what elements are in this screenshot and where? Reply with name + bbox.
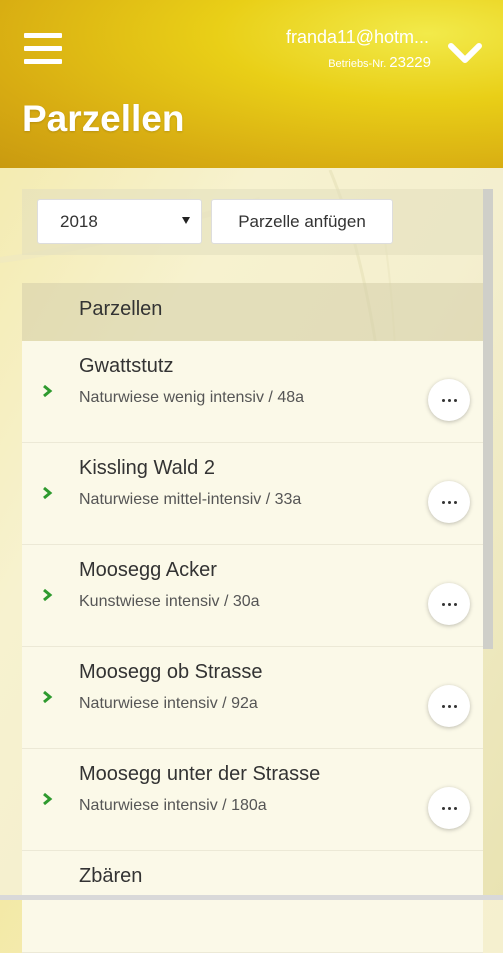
more-options-button[interactable] bbox=[428, 583, 470, 625]
parcel-name: Moosegg Acker bbox=[79, 559, 217, 581]
list-item[interactable]: Gwattstutz Naturwiese wenig intensiv / 4… bbox=[22, 341, 483, 443]
chevron-right-icon bbox=[43, 792, 53, 806]
parcel-name: Gwattstutz bbox=[79, 355, 174, 377]
parcel-details: Naturwiese intensiv / 92a bbox=[79, 695, 258, 712]
parcel-details: Naturwiese wenig intensiv / 48a bbox=[79, 389, 305, 406]
add-parcel-button[interactable]: Parzelle anfügen bbox=[211, 199, 393, 244]
user-email: franda11@hotm... bbox=[285, 27, 429, 47]
parcel-name: Moosegg unter der Strasse bbox=[79, 763, 321, 785]
list-header-label: Parzellen bbox=[79, 298, 163, 320]
more-options-button[interactable] bbox=[428, 379, 470, 421]
betriebs-label: Betriebs-Nr. bbox=[328, 58, 387, 70]
select-caret-icon bbox=[182, 217, 190, 224]
more-options-button[interactable] bbox=[428, 787, 470, 829]
app-header: franda11@hotm... Betriebs-Nr. 23229 Parze… bbox=[0, 0, 503, 168]
bottom-edge bbox=[0, 895, 503, 900]
parcel-details: Kunstwiese intensiv / 30a bbox=[79, 593, 260, 610]
parcel-details: Naturwiese intensiv / 180a bbox=[79, 797, 267, 814]
list-header: Parzellen bbox=[22, 283, 483, 341]
betriebs-number: Betriebs-Nr. 23229 bbox=[328, 54, 431, 71]
year-select[interactable]: 2018 bbox=[37, 199, 202, 244]
year-select-value: 2018 bbox=[60, 212, 98, 231]
list-item[interactable]: Zbären bbox=[22, 851, 483, 953]
betriebs-value: 23229 bbox=[389, 54, 431, 71]
hamburger-menu-icon[interactable] bbox=[24, 33, 62, 65]
parcel-name: Kissling Wald 2 bbox=[79, 457, 215, 479]
chevron-down-icon[interactable] bbox=[447, 40, 483, 66]
chevron-right-icon bbox=[43, 384, 53, 398]
parcel-list: Gwattstutz Naturwiese wenig intensiv / 4… bbox=[22, 341, 483, 953]
parcel-name: Moosegg ob Strasse bbox=[79, 661, 263, 683]
parcel-name: Zbären bbox=[79, 865, 143, 887]
page-title: Parzellen bbox=[22, 98, 185, 139]
parcel-details: Naturwiese mittel-intensiv / 33a bbox=[79, 491, 302, 508]
chevron-right-icon bbox=[43, 486, 53, 500]
list-item[interactable]: Kissling Wald 2 Naturwiese mittel-intens… bbox=[22, 443, 483, 545]
list-item[interactable]: Moosegg Acker Kunstwiese intensiv / 30a bbox=[22, 545, 483, 647]
more-options-button[interactable] bbox=[428, 481, 470, 523]
list-item[interactable]: Moosegg ob Strasse Naturwiese intensiv /… bbox=[22, 647, 483, 749]
chevron-right-icon bbox=[43, 690, 53, 704]
scrollbar[interactable] bbox=[483, 189, 493, 649]
more-options-button[interactable] bbox=[428, 685, 470, 727]
list-item[interactable]: Moosegg unter der Strasse Naturwiese int… bbox=[22, 749, 483, 851]
toolbar: 2018 Parzelle anfügen bbox=[22, 189, 483, 255]
chevron-right-icon bbox=[43, 588, 53, 602]
